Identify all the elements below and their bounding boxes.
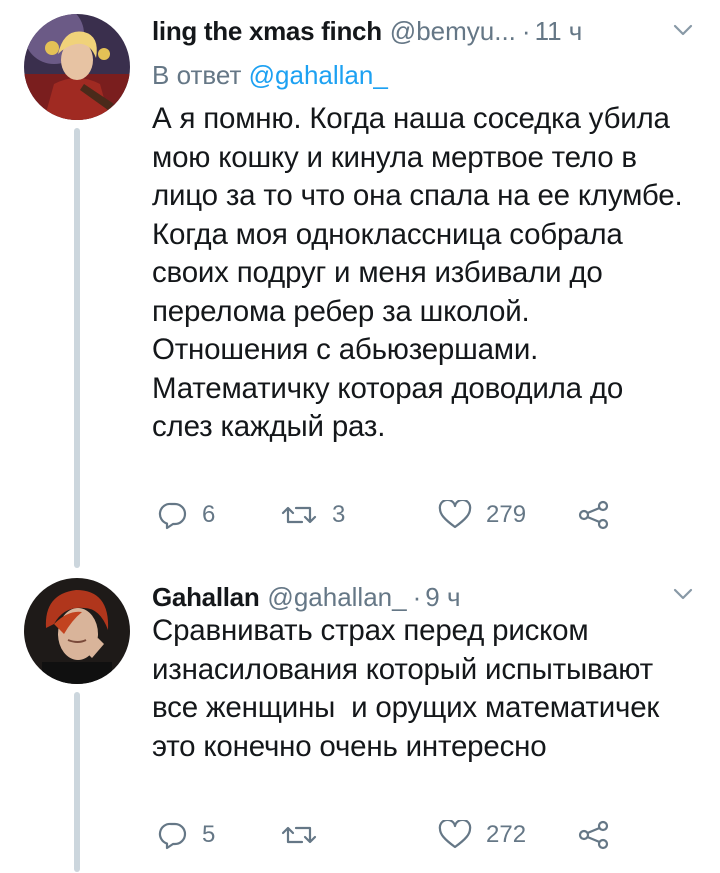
tweet-text-line: Сравнивать страх перед риском [152, 614, 589, 647]
tweet: Gahallan @gahallan_ · 9 ч Сравнивать стр… [0, 560, 720, 873]
reply-button[interactable]: 5 [158, 815, 215, 855]
tweet-text-line: А я помню. Когда наша соседка убила [152, 102, 670, 135]
tweet-actions: 5 272 [152, 815, 672, 855]
tweet-text-line: все женщины и орущих математичек [152, 691, 660, 724]
reply-icon [158, 822, 187, 850]
reply-mention-link[interactable]: @gahallan_ [249, 60, 388, 90]
reply-button[interactable]: 6 [158, 495, 215, 535]
share-icon [578, 500, 609, 530]
retweet-button[interactable]: 3 [280, 495, 345, 535]
share-button[interactable] [578, 815, 610, 855]
tweet-text-line: Математичку которая доводила до [152, 371, 624, 405]
reply-count: 5 [202, 821, 216, 848]
reply-prefix: В ответ [152, 60, 242, 90]
tweet-actions: 6 3 279 [152, 495, 672, 535]
reply-icon [158, 502, 187, 530]
reply-context: В ответ @gahallan_ [152, 60, 388, 91]
tweet-text: Сравнивать страх перед риском изнасилова… [152, 612, 700, 766]
like-button[interactable]: 272 [438, 815, 526, 855]
like-button[interactable]: 279 [438, 495, 526, 535]
timestamp[interactable]: 9 ч [425, 582, 460, 613]
retweet-icon [281, 826, 317, 844]
thread-line [74, 692, 80, 872]
separator-dot: · [521, 16, 531, 46]
tweet-text: А я помню. Когда наша соседка убила мою … [152, 100, 700, 447]
tweet-text-line: мою кошку и кинула мертвое тело в [152, 140, 637, 174]
tweet-text-line: лицо за то что она спала на ее клумбе. [152, 179, 683, 212]
tweet-text-line: изнасилования который испытывают [152, 652, 653, 686]
avatar[interactable] [24, 578, 130, 684]
user-handle[interactable]: @gahallan_ [267, 582, 406, 613]
tweet-text-line: Отношения с абьюзершами. [152, 333, 539, 366]
thread-line [74, 128, 80, 568]
reply-count: 6 [202, 501, 216, 528]
tweet-text-line: это конечно очень интересно [152, 729, 547, 763]
tweet-header: ling the xmas finch @bemyu... · 11 ч [152, 16, 700, 52]
chevron-down-icon[interactable] [670, 584, 696, 604]
like-count: 272 [486, 821, 527, 848]
like-icon [438, 820, 472, 849]
share-icon [578, 820, 609, 850]
like-icon [438, 500, 472, 529]
tweet-text-line: перелома ребер за школой. [152, 294, 530, 328]
retweet-button[interactable] [280, 815, 318, 855]
retweet-icon [281, 506, 317, 524]
tweet: ling the xmas finch @bemyu... · 11 ч В о… [0, 0, 720, 568]
separator-dot: · [412, 582, 422, 612]
chevron-down-icon[interactable] [670, 20, 696, 40]
user-handle[interactable]: @bemyu... [390, 16, 516, 47]
display-name[interactable]: ling the xmas finch [152, 16, 382, 47]
display-name[interactable]: Gahallan [152, 582, 260, 613]
timestamp[interactable]: 11 ч [535, 16, 583, 47]
share-button[interactable] [578, 495, 610, 535]
tweet-text-line: слез каждый раз. [152, 410, 386, 443]
tweet-text-line: своих подруг и меня избивали до [152, 256, 603, 289]
retweet-count: 3 [332, 501, 346, 528]
avatar[interactable] [24, 14, 130, 120]
tweet-text-line: Когда моя одноклассница собрала [152, 217, 623, 251]
like-count: 279 [486, 501, 527, 528]
